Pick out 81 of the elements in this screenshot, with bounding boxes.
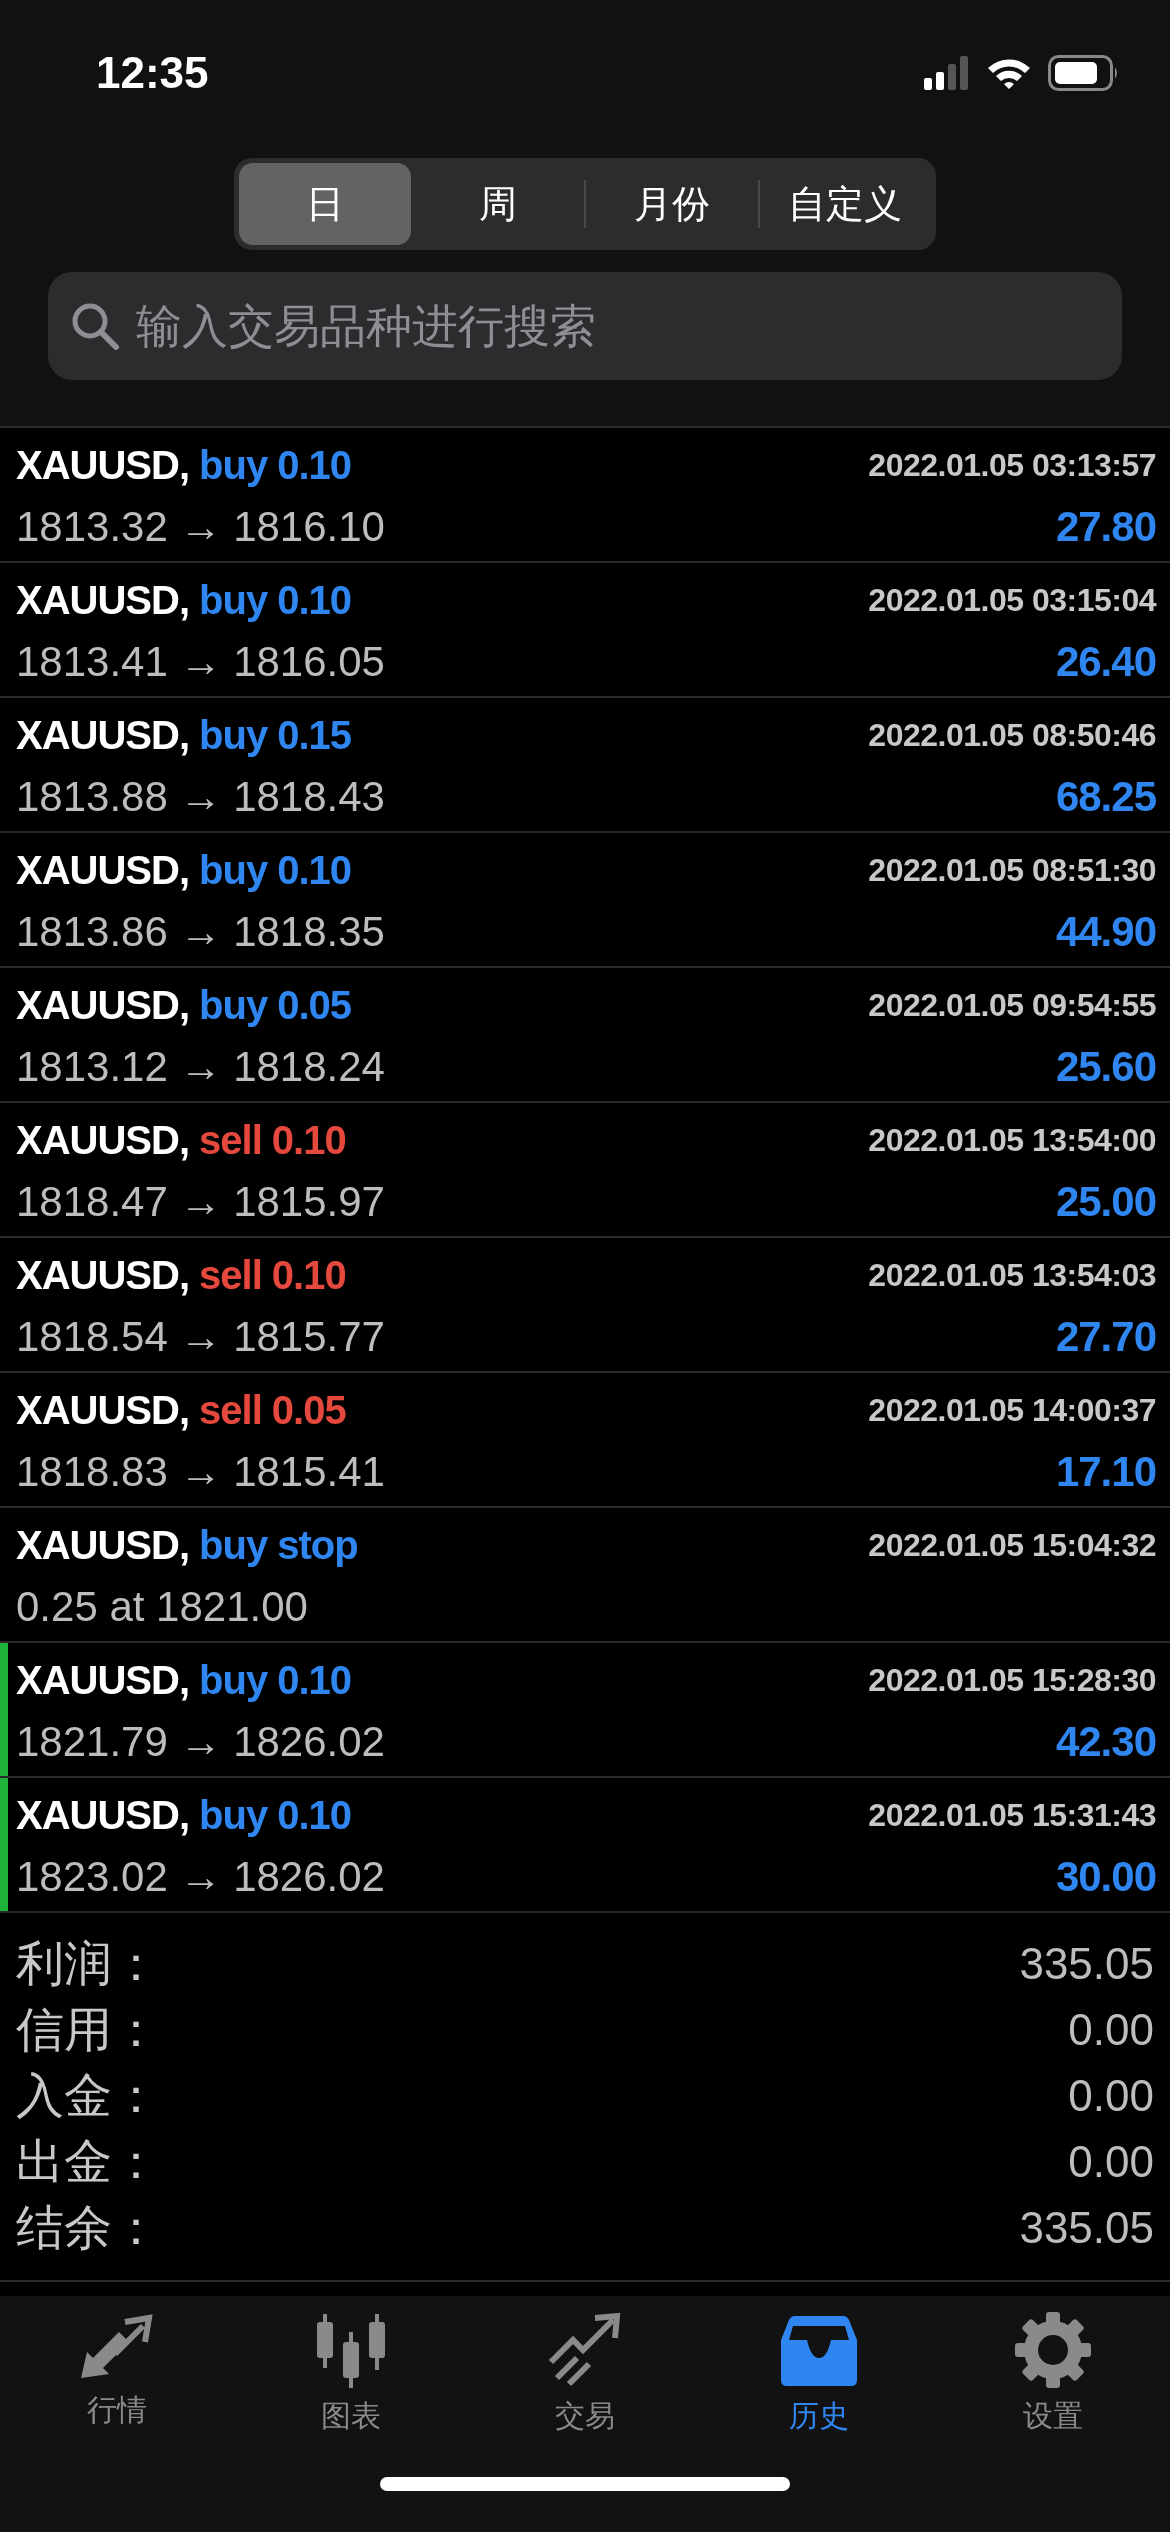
- symbol-label: XAUUSD,: [16, 847, 190, 893]
- summary-value: 335.05: [1019, 2203, 1154, 2253]
- price-text: 1813.32 → 1816.10: [16, 503, 385, 551]
- profit-value: 27.70: [1055, 1313, 1156, 1361]
- symbol-label: XAUUSD,: [16, 1792, 190, 1838]
- tab-bar-item[interactable]: 行情: [0, 2312, 234, 2437]
- price-text: 1818.54 → 1815.77: [16, 1313, 385, 1361]
- order-type: sell 0.10: [199, 1252, 346, 1298]
- order-type: buy 0.15: [199, 712, 352, 758]
- price-text: 1813.41 → 1816.05: [16, 638, 385, 686]
- summary-value: 0.00: [1068, 2137, 1154, 2187]
- deal-time: 2022.01.05 03:13:57: [868, 446, 1156, 484]
- order-type: buy 0.10: [199, 577, 352, 623]
- order-type: sell 0.10: [199, 1117, 346, 1163]
- tab-bar-item[interactable]: 图表: [234, 2312, 468, 2437]
- deal-time: 2022.01.05 14:00:37: [868, 1391, 1156, 1429]
- search-icon: [70, 301, 120, 351]
- signal-icon: [924, 56, 970, 90]
- profit-value: 30.00: [1055, 1853, 1156, 1901]
- symbol-label: XAUUSD,: [16, 1117, 190, 1163]
- battery-icon: [1048, 55, 1120, 91]
- deal-time: 2022.01.05 09:54:55: [868, 986, 1156, 1024]
- summary-label: 信用：: [16, 2000, 160, 2059]
- settings-icon: [1015, 2312, 1091, 2388]
- symbol-label: XAUUSD,: [16, 982, 190, 1028]
- price-text: 1818.47 → 1815.97: [16, 1178, 385, 1226]
- profit-value: 25.00: [1055, 1178, 1156, 1226]
- profit-value: 42.30: [1055, 1718, 1156, 1766]
- summary-label: 出金：: [16, 2132, 160, 2191]
- summary-value: 0.00: [1068, 2071, 1154, 2121]
- order-type: buy 0.05: [199, 982, 352, 1028]
- price-text: 1823.02 → 1826.02: [16, 1853, 385, 1901]
- deal-time: 2022.01.05 13:54:00: [868, 1121, 1156, 1159]
- period-tab[interactable]: 月份: [586, 163, 758, 245]
- order-type: buy 0.10: [199, 1792, 352, 1838]
- profit-value: 17.10: [1055, 1448, 1156, 1496]
- period-tab[interactable]: 自定义: [759, 163, 931, 245]
- deal-time: 2022.01.05 08:51:30: [868, 851, 1156, 889]
- order-type: buy 0.10: [199, 847, 352, 893]
- symbol-label: XAUUSD,: [16, 1657, 190, 1703]
- deal-time: 2022.01.05 15:28:30: [868, 1661, 1156, 1699]
- price-text: 1818.83 → 1815.41: [16, 1448, 385, 1496]
- summary-value: 0.00: [1068, 2005, 1154, 2055]
- tab-bar-item[interactable]: 设置: [936, 2312, 1170, 2437]
- symbol-label: XAUUSD,: [16, 1252, 190, 1298]
- symbol-label: XAUUSD,: [16, 712, 190, 758]
- wifi-icon: [986, 56, 1032, 90]
- symbol-label: XAUUSD,: [16, 442, 190, 488]
- price-text: 0.25 at 1821.00: [16, 1583, 308, 1631]
- price-text: 1813.12 → 1818.24: [16, 1043, 385, 1091]
- search-field[interactable]: 输入交易品种进行搜索: [48, 272, 1122, 380]
- tab-bar-item[interactable]: 交易: [468, 2312, 702, 2437]
- price-text: 1821.79 → 1826.02: [16, 1718, 385, 1766]
- period-tab[interactable]: 日: [239, 163, 411, 245]
- price-text: 1813.88 → 1818.43: [16, 773, 385, 821]
- order-type: buy 0.10: [199, 1657, 352, 1703]
- symbol-label: XAUUSD,: [16, 1522, 190, 1568]
- deal-time: 2022.01.05 08:50:46: [868, 716, 1156, 754]
- profit-value: 44.90: [1055, 908, 1156, 956]
- summary-label: 入金：: [16, 2066, 160, 2125]
- symbol-label: XAUUSD,: [16, 1387, 190, 1433]
- summary-value: 335.05: [1019, 1939, 1154, 1989]
- profit-value: 25.60: [1055, 1043, 1156, 1091]
- order-type: sell 0.05: [199, 1387, 346, 1433]
- profit-value: 68.25: [1055, 773, 1156, 821]
- status-time: 12:35: [96, 48, 209, 98]
- price-text: 1813.86 → 1818.35: [16, 908, 385, 956]
- profit-value: 26.40: [1055, 638, 1156, 686]
- summary-label: 结余：: [16, 2198, 160, 2257]
- deal-time: 2022.01.05 13:54:03: [868, 1256, 1156, 1294]
- period-tab[interactable]: 周: [412, 163, 584, 245]
- profit-value: 27.80: [1055, 503, 1156, 551]
- order-type: buy stop: [199, 1522, 358, 1568]
- trend-arrow-icon: [547, 2312, 623, 2388]
- order-type: buy 0.10: [199, 442, 352, 488]
- symbol-label: XAUUSD,: [16, 577, 190, 623]
- tab-bar-item[interactable]: 历史: [702, 2312, 936, 2437]
- deal-time: 2022.01.05 15:31:43: [868, 1796, 1156, 1834]
- summary-label: 利润：: [16, 1934, 160, 1993]
- deal-time: 2022.01.05 15:04:32: [868, 1526, 1156, 1564]
- deal-time: 2022.01.05 03:15:04: [868, 581, 1156, 619]
